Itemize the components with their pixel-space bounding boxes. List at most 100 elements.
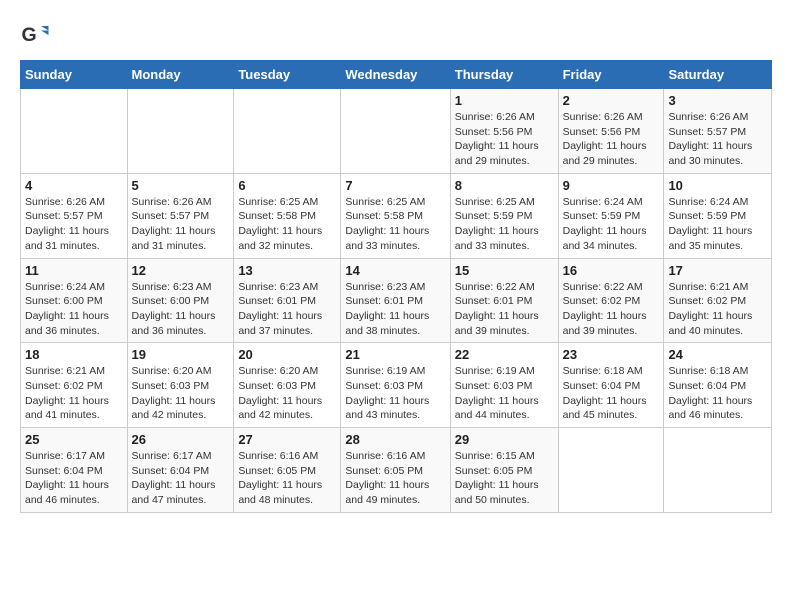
day-number: 29 [455, 432, 554, 447]
calendar-cell [127, 89, 234, 174]
calendar-cell: 18 Sunrise: 6:21 AM Sunset: 6:02 PM Dayli… [21, 343, 128, 428]
calendar-cell: 8Sunrise: 6:25 AM Sunset: 5:59 PM Daylig… [450, 173, 558, 258]
day-number: 14 [345, 263, 445, 278]
day-number: 1 [455, 93, 554, 108]
calendar-cell: 11 Sunrise: 6:24 AM Sunset: 6:00 PM Dayli… [21, 258, 128, 343]
day-info: Sunrise: 6:20 AM Sunset: 6:03 PM Dayligh… [132, 364, 230, 423]
calendar-cell: 17 Sunrise: 6:21 AM Sunset: 6:02 PM Dayli… [664, 258, 772, 343]
day-number: 24 [668, 347, 767, 362]
weekday-header-cell: Friday [558, 61, 664, 89]
calendar-week-row: 18 Sunrise: 6:21 AM Sunset: 6:02 PM Dayli… [21, 343, 772, 428]
weekday-header-cell: Thursday [450, 61, 558, 89]
calendar-cell [664, 428, 772, 513]
calendar-body: 1 Sunrise: 6:26 AM Sunset: 5:56 PM Daylig… [21, 89, 772, 513]
day-number: 3 [668, 93, 767, 108]
calendar-cell: 12 Sunrise: 6:23 AM Sunset: 6:00 PM Dayli… [127, 258, 234, 343]
day-info: Sunrise: 6:19 AM Sunset: 6:03 PM Dayligh… [345, 364, 445, 423]
calendar-cell: 9 Sunrise: 6:24 AM Sunset: 5:59 PM Daylig… [558, 173, 664, 258]
calendar-cell: 26Sunrise: 6:17 AM Sunset: 6:04 PM Dayli… [127, 428, 234, 513]
day-info: Sunrise: 6:18 AM Sunset: 6:04 PM Dayligh… [563, 364, 660, 423]
calendar-cell [21, 89, 128, 174]
day-number: 25 [25, 432, 123, 447]
day-info: Sunrise: 6:17 AM Sunset: 6:04 PM Dayligh… [25, 449, 123, 508]
day-info: Sunrise: 6:24 AM Sunset: 5:59 PM Dayligh… [563, 195, 660, 254]
svg-text:G: G [22, 24, 37, 46]
calendar-cell: 10Sunrise: 6:24 AM Sunset: 5:59 PM Dayli… [664, 173, 772, 258]
calendar-cell: 16 Sunrise: 6:22 AM Sunset: 6:02 PM Dayli… [558, 258, 664, 343]
day-info: Sunrise: 6:26 AM Sunset: 5:57 PM Dayligh… [668, 110, 767, 169]
calendar-cell: 19 Sunrise: 6:20 AM Sunset: 6:03 PM Dayli… [127, 343, 234, 428]
weekday-header-cell: Saturday [664, 61, 772, 89]
day-info: Sunrise: 6:15 AM Sunset: 6:05 PM Dayligh… [455, 449, 554, 508]
day-info: Sunrise: 6:25 AM Sunset: 5:59 PM Dayligh… [455, 195, 554, 254]
day-info: Sunrise: 6:21 AM Sunset: 6:02 PM Dayligh… [25, 364, 123, 423]
logo-icon: G [20, 20, 50, 50]
calendar-table: SundayMondayTuesdayWednesdayThursdayFrid… [20, 60, 772, 513]
logo: G [20, 20, 54, 50]
day-info: Sunrise: 6:18 AM Sunset: 6:04 PM Dayligh… [668, 364, 767, 423]
day-info: Sunrise: 6:16 AM Sunset: 6:05 PM Dayligh… [345, 449, 445, 508]
calendar-cell: 24 Sunrise: 6:18 AM Sunset: 6:04 PM Dayli… [664, 343, 772, 428]
calendar-cell: 25 Sunrise: 6:17 AM Sunset: 6:04 PM Dayli… [21, 428, 128, 513]
day-number: 26 [132, 432, 230, 447]
calendar-cell: 27Sunrise: 6:16 AM Sunset: 6:05 PM Dayli… [234, 428, 341, 513]
day-number: 7 [345, 178, 445, 193]
day-number: 19 [132, 347, 230, 362]
day-number: 12 [132, 263, 230, 278]
day-info: Sunrise: 6:23 AM Sunset: 6:01 PM Dayligh… [238, 280, 336, 339]
day-number: 11 [25, 263, 123, 278]
weekday-header-cell: Monday [127, 61, 234, 89]
calendar-cell: 28 Sunrise: 6:16 AM Sunset: 6:05 PM Dayli… [341, 428, 450, 513]
day-number: 16 [563, 263, 660, 278]
day-number: 17 [668, 263, 767, 278]
day-info: Sunrise: 6:26 AM Sunset: 5:56 PM Dayligh… [455, 110, 554, 169]
day-number: 2 [563, 93, 660, 108]
calendar-week-row: 4 Sunrise: 6:26 AM Sunset: 5:57 PM Daylig… [21, 173, 772, 258]
calendar-cell: 14 Sunrise: 6:23 AM Sunset: 6:01 PM Dayli… [341, 258, 450, 343]
calendar-week-row: 1 Sunrise: 6:26 AM Sunset: 5:56 PM Daylig… [21, 89, 772, 174]
weekday-header-row: SundayMondayTuesdayWednesdayThursdayFrid… [21, 61, 772, 89]
calendar-cell: 22Sunrise: 6:19 AM Sunset: 6:03 PM Dayli… [450, 343, 558, 428]
day-number: 4 [25, 178, 123, 193]
calendar-cell: 13 Sunrise: 6:23 AM Sunset: 6:01 PM Dayli… [234, 258, 341, 343]
calendar-cell: 2Sunrise: 6:26 AM Sunset: 5:56 PM Daylig… [558, 89, 664, 174]
day-number: 13 [238, 263, 336, 278]
weekday-header-cell: Wednesday [341, 61, 450, 89]
day-info: Sunrise: 6:23 AM Sunset: 6:00 PM Dayligh… [132, 280, 230, 339]
calendar-cell: 20 Sunrise: 6:20 AM Sunset: 6:03 PM Dayli… [234, 343, 341, 428]
page-header: G [20, 20, 772, 50]
day-info: Sunrise: 6:21 AM Sunset: 6:02 PM Dayligh… [668, 280, 767, 339]
day-number: 18 [25, 347, 123, 362]
day-number: 15 [455, 263, 554, 278]
weekday-header-cell: Tuesday [234, 61, 341, 89]
day-info: Sunrise: 6:16 AM Sunset: 6:05 PM Dayligh… [238, 449, 336, 508]
calendar-cell [234, 89, 341, 174]
calendar-cell: 7 Sunrise: 6:25 AM Sunset: 5:58 PM Daylig… [341, 173, 450, 258]
calendar-cell: 1 Sunrise: 6:26 AM Sunset: 5:56 PM Daylig… [450, 89, 558, 174]
calendar-week-row: 11 Sunrise: 6:24 AM Sunset: 6:00 PM Dayli… [21, 258, 772, 343]
weekday-header-cell: Sunday [21, 61, 128, 89]
calendar-cell: 23 Sunrise: 6:18 AM Sunset: 6:04 PM Dayli… [558, 343, 664, 428]
day-info: Sunrise: 6:26 AM Sunset: 5:57 PM Dayligh… [25, 195, 123, 254]
day-info: Sunrise: 6:26 AM Sunset: 5:57 PM Dayligh… [132, 195, 230, 254]
day-info: Sunrise: 6:23 AM Sunset: 6:01 PM Dayligh… [345, 280, 445, 339]
day-number: 9 [563, 178, 660, 193]
day-number: 20 [238, 347, 336, 362]
calendar-cell: 21Sunrise: 6:19 AM Sunset: 6:03 PM Dayli… [341, 343, 450, 428]
day-number: 23 [563, 347, 660, 362]
day-info: Sunrise: 6:22 AM Sunset: 6:01 PM Dayligh… [455, 280, 554, 339]
calendar-cell: 29 Sunrise: 6:15 AM Sunset: 6:05 PM Dayli… [450, 428, 558, 513]
calendar-cell: 6Sunrise: 6:25 AM Sunset: 5:58 PM Daylig… [234, 173, 341, 258]
calendar-cell: 4 Sunrise: 6:26 AM Sunset: 5:57 PM Daylig… [21, 173, 128, 258]
calendar-week-row: 25 Sunrise: 6:17 AM Sunset: 6:04 PM Dayli… [21, 428, 772, 513]
calendar-cell: 3 Sunrise: 6:26 AM Sunset: 5:57 PM Daylig… [664, 89, 772, 174]
day-info: Sunrise: 6:24 AM Sunset: 5:59 PM Dayligh… [668, 195, 767, 254]
day-info: Sunrise: 6:25 AM Sunset: 5:58 PM Dayligh… [238, 195, 336, 254]
day-info: Sunrise: 6:24 AM Sunset: 6:00 PM Dayligh… [25, 280, 123, 339]
day-info: Sunrise: 6:20 AM Sunset: 6:03 PM Dayligh… [238, 364, 336, 423]
day-number: 28 [345, 432, 445, 447]
calendar-cell [341, 89, 450, 174]
day-info: Sunrise: 6:25 AM Sunset: 5:58 PM Dayligh… [345, 195, 445, 254]
day-number: 5 [132, 178, 230, 193]
day-info: Sunrise: 6:22 AM Sunset: 6:02 PM Dayligh… [563, 280, 660, 339]
